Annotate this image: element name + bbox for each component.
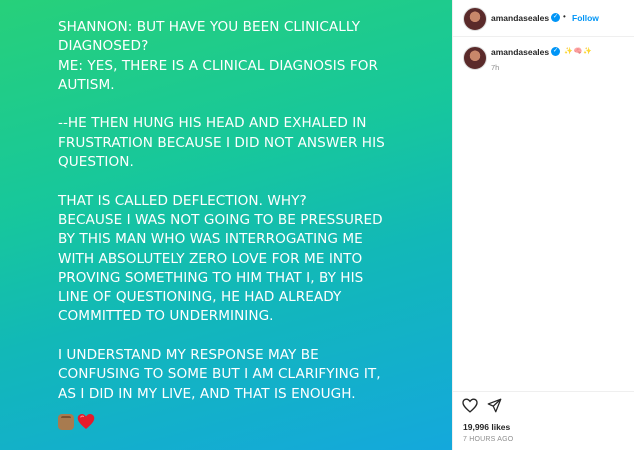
- caption-emojis: ✨🧠✨: [564, 48, 594, 55]
- separator-dot: •: [563, 12, 566, 21]
- caption-avatar[interactable]: [463, 46, 487, 70]
- header-username[interactable]: amandaseales: [491, 13, 549, 23]
- post-line: LINE OF QUESTIONING, HE HAD ALREADY: [58, 289, 342, 306]
- post-line: AUTISM.: [58, 76, 115, 93]
- post-line: BECAUSE I WAS NOT GOING TO BE PRESSURED: [58, 211, 383, 228]
- post-line: CONFUSING TO SOME BUT I AM CLARIFYING IT…: [58, 366, 381, 383]
- post-line: FRUSTRATION BECAUSE I DID NOT ANSWER HIS: [58, 134, 385, 151]
- post-line: --HE THEN HUNG HIS HEAD AND EXHALED IN: [58, 115, 367, 132]
- post-line: DIAGNOSED?: [58, 38, 149, 55]
- verified-icon: ✓: [551, 47, 560, 56]
- share-icon[interactable]: [487, 398, 502, 418]
- post-sidebar: amandaseales ✓ • Follow amandaseales ✓ ✨…: [452, 0, 634, 450]
- post-line: AS I DID IN MY LIVE, AND THAT IS ENOUGH.: [58, 385, 356, 402]
- caption-timestamp: 7h: [491, 63, 500, 72]
- post-text: SHANNON: BUT HAVE YOU BEEN CLINICALLY DI…: [58, 18, 443, 404]
- avatar[interactable]: [463, 7, 487, 31]
- post-line: THAT IS CALLED DEFLECTION. WHY?: [58, 192, 307, 209]
- heart-icon[interactable]: [462, 398, 478, 418]
- post-line: I UNDERSTAND MY RESPONSE MAY BE: [58, 347, 319, 364]
- post-time: 7 HOURS AGO: [463, 436, 514, 443]
- verified-icon: ✓: [551, 13, 560, 22]
- post-line: ME: YES, THERE IS A CLINICAL DIAGNOSIS F…: [58, 57, 378, 74]
- post-line: SHANNON: BUT HAVE YOU BEEN CLINICALLY: [58, 19, 361, 35]
- red-heart-icon: [77, 413, 95, 431]
- post-line: WITH ABSOLUTELY ZERO LOVE FOR ME INTO: [58, 250, 363, 267]
- post-image: SHANNON: BUT HAVE YOU BEEN CLINICALLY DI…: [0, 0, 452, 450]
- post-line: COMMITTED TO UNDERMINING.: [58, 308, 274, 325]
- post-line: QUESTION.: [58, 154, 134, 171]
- post-header: amandaseales ✓ • Follow: [453, 0, 634, 37]
- likes-count[interactable]: 19,996 likes: [463, 422, 510, 432]
- post-line: BY THIS MAN WHO WAS INTERROGATING ME: [58, 231, 363, 248]
- raised-fist-icon: [58, 414, 74, 430]
- emoji-row: [58, 414, 95, 431]
- caption-username[interactable]: amandaseales: [491, 47, 549, 57]
- follow-button[interactable]: Follow: [572, 13, 599, 23]
- post-line: PROVING SOMETHING TO HIM THAT I, BY HIS: [58, 269, 364, 286]
- actions-bar: 19,996 likes 7 HOURS AGO: [453, 391, 634, 450]
